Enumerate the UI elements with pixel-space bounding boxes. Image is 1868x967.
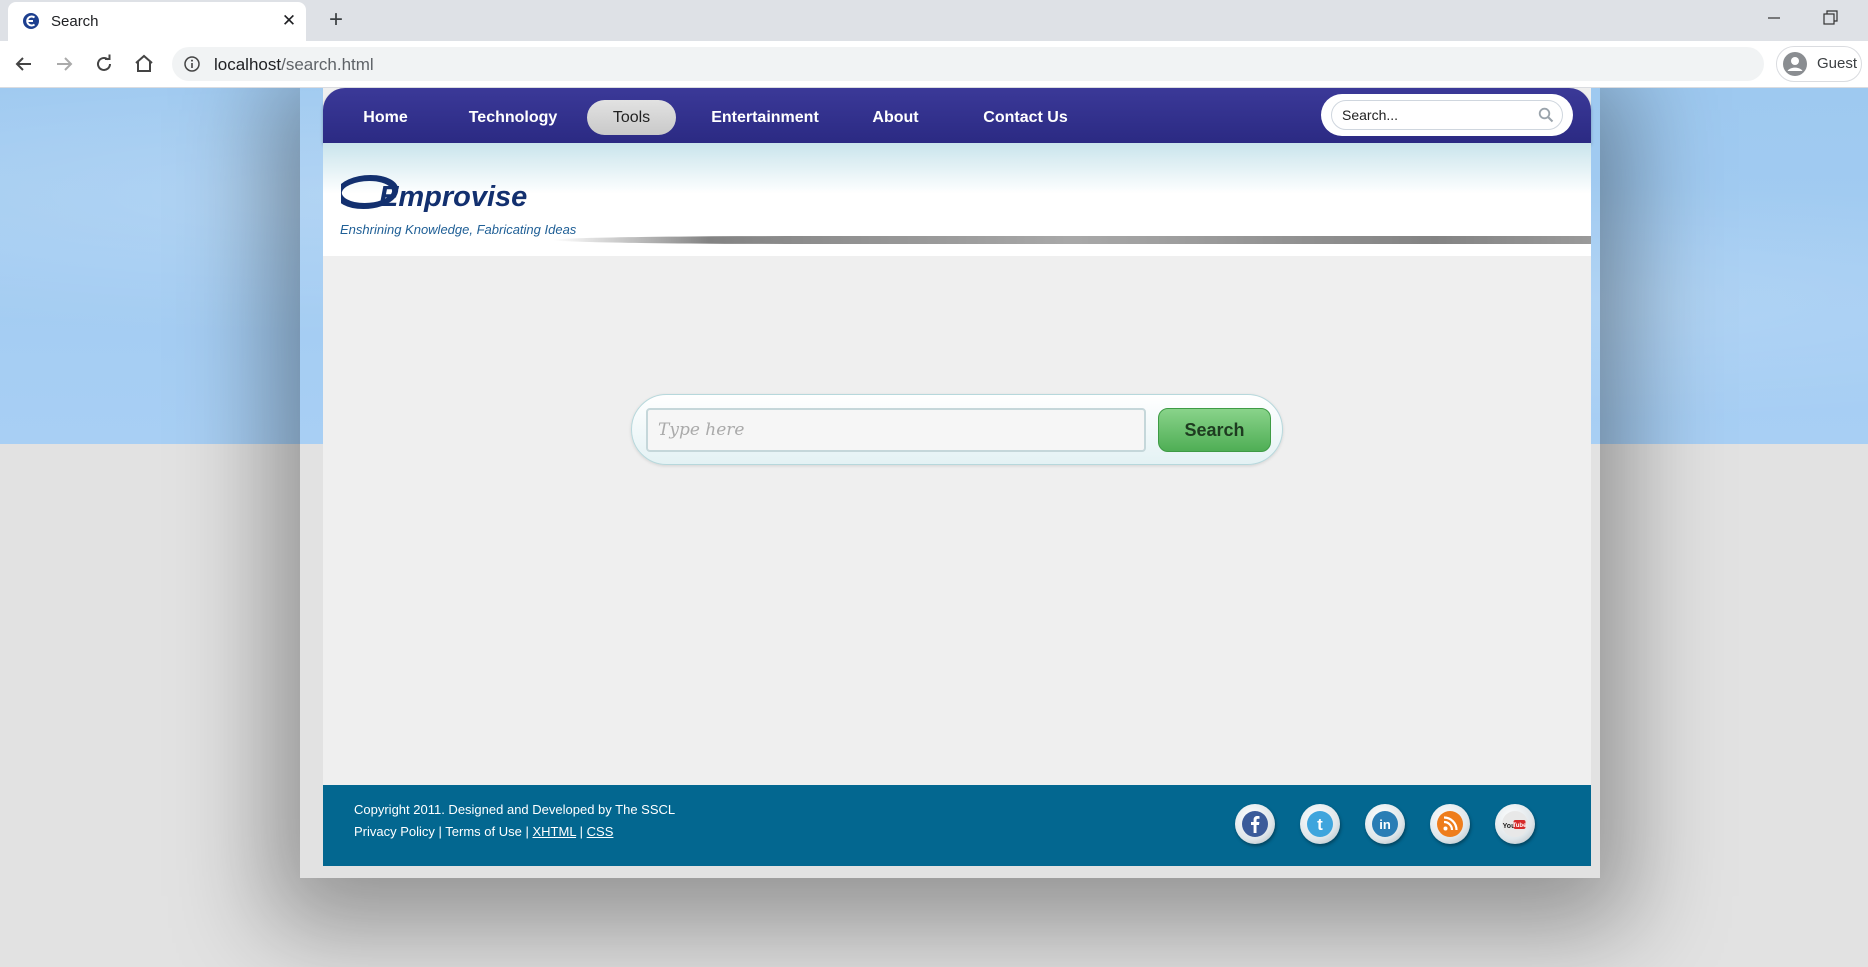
back-arrow-icon[interactable] bbox=[11, 51, 37, 77]
url-text: localhost/search.html bbox=[214, 55, 374, 75]
restore-icon[interactable] bbox=[1820, 8, 1840, 28]
nav-search-input[interactable]: Search... bbox=[1331, 100, 1563, 130]
footer-separator: | bbox=[434, 824, 446, 839]
rss-icon[interactable] bbox=[1430, 804, 1470, 844]
terms-of-use-link[interactable]: Terms of Use bbox=[445, 824, 522, 839]
nav-item-entertainment[interactable]: Entertainment bbox=[705, 100, 825, 135]
url-host: localhost bbox=[214, 55, 282, 74]
main-search-form: Search bbox=[631, 394, 1283, 465]
svg-text:t: t bbox=[1317, 815, 1323, 834]
twitter-icon[interactable]: t bbox=[1300, 804, 1340, 844]
home-icon[interactable] bbox=[131, 51, 157, 77]
tab-title: Search bbox=[51, 13, 99, 30]
facebook-icon[interactable] bbox=[1235, 804, 1275, 844]
footer-separator: | bbox=[521, 824, 533, 839]
site-tagline: Enshrining Knowledge, Fabricating Ideas bbox=[340, 222, 577, 237]
nav-search-box: Search... bbox=[1321, 94, 1573, 136]
search-icon[interactable] bbox=[1538, 107, 1554, 123]
footer-copyright: Copyright 2011. Designed and Developed b… bbox=[354, 802, 676, 817]
nav-item-contact-us[interactable]: Contact Us bbox=[968, 100, 1083, 135]
profile-label: Guest bbox=[1817, 55, 1858, 72]
youtube-icon[interactable]: You Tube bbox=[1495, 804, 1535, 844]
site-favicon-icon bbox=[23, 13, 39, 29]
browser-toolbar: localhost/search.html Guest bbox=[0, 41, 1868, 88]
avatar-icon bbox=[1783, 52, 1807, 76]
search-button[interactable]: Search bbox=[1158, 408, 1271, 452]
page-viewport: Home Technology Tools Entertainment Abou… bbox=[0, 88, 1868, 967]
footer-links: Privacy Policy | Terms of Use | XHTML | … bbox=[354, 824, 613, 839]
tab-close-icon[interactable]: ✕ bbox=[278, 10, 300, 32]
nav-item-technology[interactable]: Technology bbox=[458, 100, 568, 135]
svg-text:Tube: Tube bbox=[1513, 823, 1528, 829]
css-link[interactable]: CSS bbox=[587, 824, 614, 839]
minimize-icon[interactable] bbox=[1764, 8, 1784, 28]
site-footer: Copyright 2011. Designed and Developed b… bbox=[323, 785, 1591, 866]
browser-tabstrip: Search ✕ + bbox=[0, 0, 1868, 41]
browser-tab[interactable]: Search ✕ bbox=[8, 2, 306, 41]
site-header: Emprovise Enshrining Knowledge, Fabricat… bbox=[323, 143, 1591, 256]
header-swoosh bbox=[553, 236, 1591, 244]
nav-item-home[interactable]: Home bbox=[353, 100, 418, 135]
nav-item-about[interactable]: About bbox=[863, 100, 928, 135]
footer-separator: | bbox=[576, 824, 587, 839]
nav-item-tools[interactable]: Tools bbox=[587, 100, 676, 135]
emprovise-logo[interactable]: Emprovise bbox=[341, 173, 556, 213]
url-path: /search.html bbox=[281, 55, 374, 74]
profile-button[interactable]: Guest bbox=[1776, 46, 1862, 82]
main-nav: Home Technology Tools Entertainment Abou… bbox=[323, 88, 1591, 143]
info-icon[interactable] bbox=[184, 56, 200, 72]
svg-text:in: in bbox=[1379, 817, 1391, 832]
reload-icon[interactable] bbox=[91, 51, 117, 77]
main-search-input[interactable] bbox=[646, 408, 1146, 452]
linkedin-icon[interactable]: in bbox=[1365, 804, 1405, 844]
page-container: Home Technology Tools Entertainment Abou… bbox=[323, 88, 1591, 866]
forward-arrow-icon[interactable] bbox=[51, 51, 77, 77]
privacy-policy-link[interactable]: Privacy Policy bbox=[354, 824, 435, 839]
address-bar[interactable]: localhost/search.html bbox=[172, 47, 1764, 81]
new-tab-icon[interactable]: + bbox=[322, 6, 350, 34]
logo-text: Emprovise bbox=[379, 181, 527, 213]
nav-search-text: Search... bbox=[1342, 107, 1399, 123]
xhtml-link[interactable]: XHTML bbox=[532, 824, 576, 839]
